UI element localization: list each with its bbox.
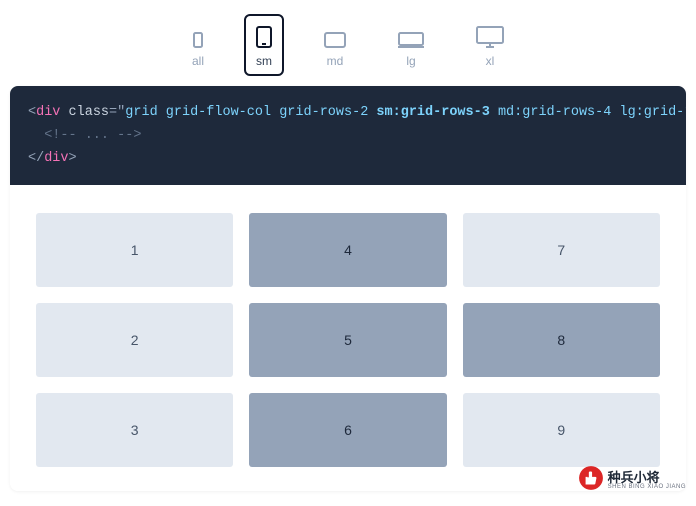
grid-cell: 8 bbox=[463, 303, 660, 377]
watermark: 种兵小将 SHEN BING XIAO JIANG bbox=[578, 465, 686, 496]
tab-label: all bbox=[192, 54, 204, 68]
grid-cell: 4 bbox=[249, 213, 446, 287]
code-block: <div class="grid grid-flow-col grid-rows… bbox=[10, 86, 686, 185]
tab-label: sm bbox=[256, 54, 272, 68]
watermark-text: 种兵小将 bbox=[608, 471, 686, 484]
device-all-icon bbox=[193, 22, 203, 48]
code-comment: <!-- ... --> bbox=[28, 128, 141, 143]
tab-label: xl bbox=[486, 54, 495, 68]
device-lg-icon bbox=[398, 22, 424, 48]
tab-md[interactable]: md bbox=[312, 14, 358, 76]
grid-cell: 7 bbox=[463, 213, 660, 287]
grid-demo: 1 2 3 4 5 6 7 8 9 bbox=[36, 213, 660, 467]
tab-lg[interactable]: lg bbox=[386, 14, 436, 76]
code-post: md:grid-rows-4 lg:grid-rows bbox=[490, 105, 686, 120]
tab-label: md bbox=[327, 54, 344, 68]
breakpoint-tabs: all sm md lg xl bbox=[0, 0, 696, 82]
device-md-icon bbox=[324, 22, 346, 48]
grid-cell: 9 bbox=[463, 393, 660, 467]
grid-cell: 3 bbox=[36, 393, 233, 467]
device-sm-icon bbox=[256, 22, 272, 48]
tab-all[interactable]: all bbox=[180, 14, 216, 76]
tab-sm[interactable]: sm bbox=[244, 14, 284, 76]
example-panel: <div class="grid grid-flow-col grid-rows… bbox=[10, 86, 686, 491]
grid-cell: 6 bbox=[249, 393, 446, 467]
tab-label: lg bbox=[406, 54, 415, 68]
code-pre: grid grid-flow-col grid-rows-2 bbox=[125, 105, 376, 120]
code-highlight: sm:grid-rows-3 bbox=[376, 105, 489, 120]
watermark-subtext: SHEN BING XIAO JIANG bbox=[608, 484, 686, 490]
demo-area: 1 2 3 4 5 6 7 8 9 bbox=[10, 185, 686, 491]
tab-xl[interactable]: xl bbox=[464, 14, 516, 76]
thumbs-up-icon bbox=[578, 465, 604, 496]
device-xl-icon bbox=[476, 22, 504, 48]
grid-cell: 1 bbox=[36, 213, 233, 287]
grid-cell: 5 bbox=[249, 303, 446, 377]
grid-cell: 2 bbox=[36, 303, 233, 377]
